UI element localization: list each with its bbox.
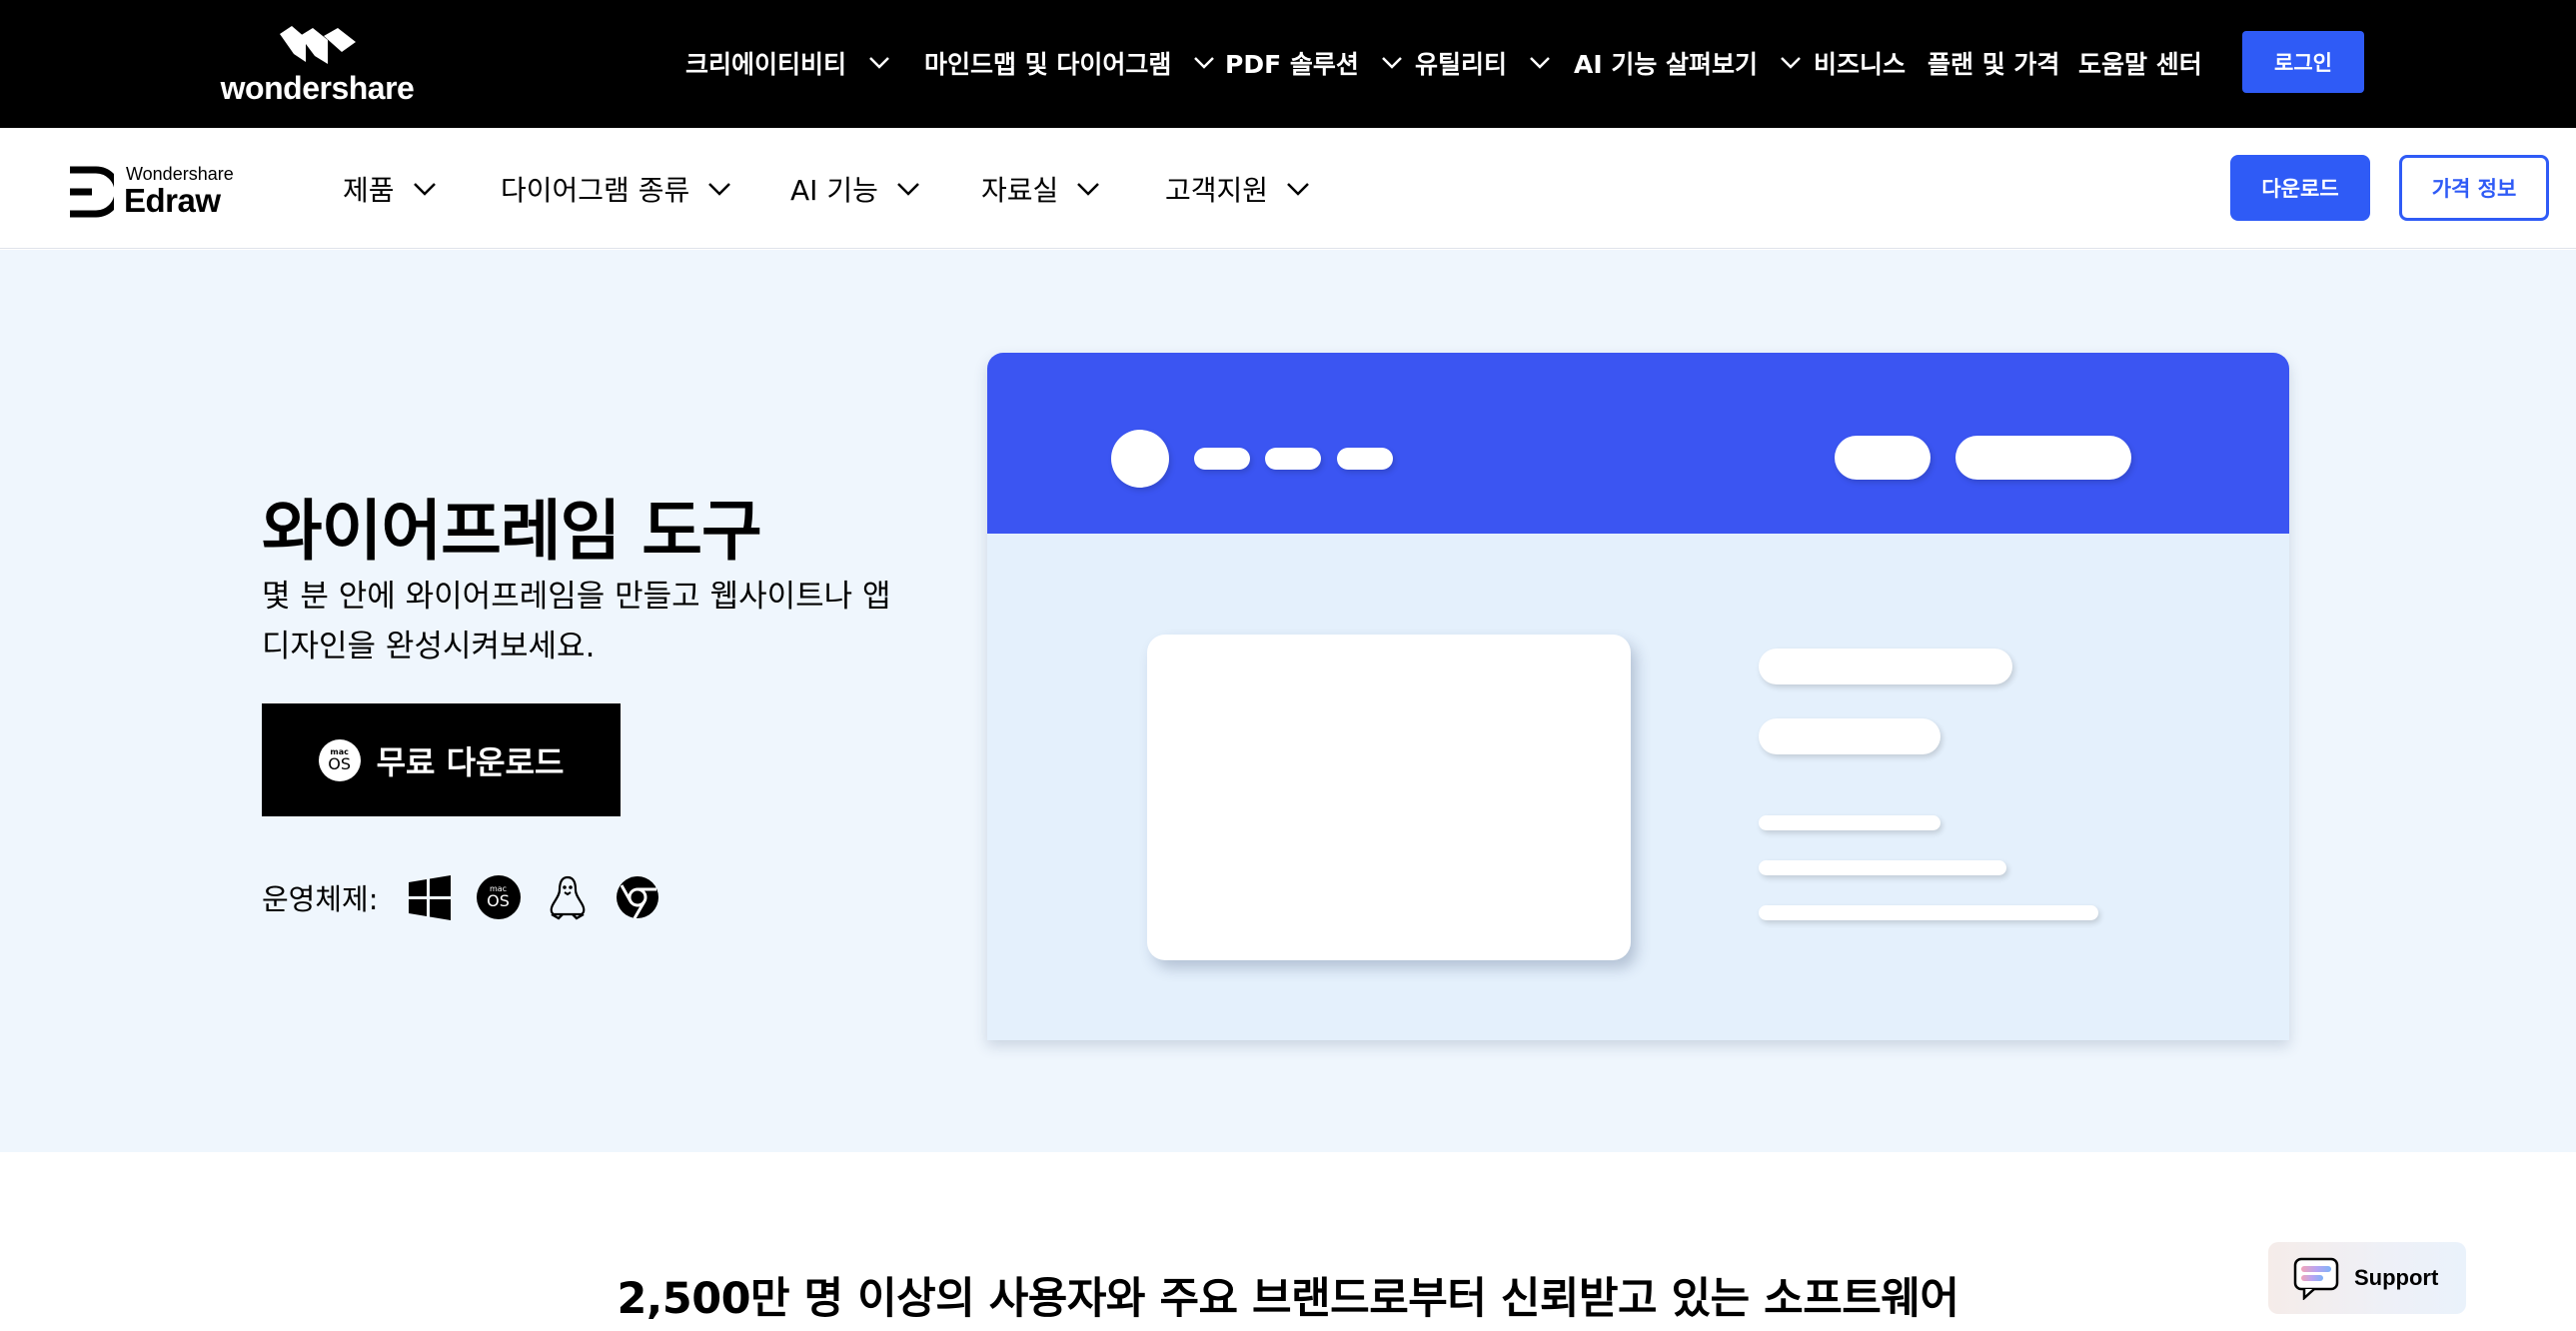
illustration-nav-pill (1337, 448, 1393, 470)
hero-description: 몇 분 안에 와이어프레임을 만들고 웹사이트나 앱 디자인을 완성시켜보세요. (262, 579, 891, 665)
subnav-label: 제품 (343, 174, 395, 207)
illustration-header (987, 353, 2289, 534)
wireframe-illustration (987, 353, 2289, 1040)
chrome-icon[interactable] (615, 874, 660, 920)
wondershare-wordmark: wondershare (220, 70, 415, 106)
topnav-label: 유틸리티 (1415, 50, 1508, 79)
chevron-down-icon (1194, 57, 1215, 69)
hero-section: 와이어프레임 도구 몇 분 안에 와이어프레임을 만들고 웹사이트나 앱 디자인… (0, 250, 2576, 1152)
os-support-row: 운영체제: mac OS (262, 869, 684, 925)
pricing-button[interactable]: 가격 정보 (2399, 155, 2549, 221)
chevron-down-icon (1077, 182, 1100, 196)
topnav-ai-features[interactable]: AI 기능 살펴보기 (1574, 42, 1802, 84)
illustration-nav-pill (1194, 448, 1250, 470)
page-title: 와이어프레임 도구 (262, 493, 762, 570)
topnav-business[interactable]: 비즈니스 (1814, 42, 1906, 84)
illustration-line (1759, 860, 2006, 875)
macos-icon[interactable]: mac OS (476, 875, 521, 919)
chat-bubble-icon (2293, 1257, 2339, 1300)
global-header: wondershare 크리에이티비티 마인드맵 및 다이어그램 PDF 솔루션… (0, 0, 2576, 128)
chevron-down-icon (413, 182, 436, 196)
illustration-line (1759, 905, 2098, 920)
chevron-down-icon (896, 182, 919, 196)
subnav-support[interactable]: 고객지원 (1165, 166, 1310, 212)
subnav-diagram-types[interactable]: 다이어그램 종류 (501, 166, 731, 212)
free-download-button[interactable]: mac OS 무료 다운로드 (262, 703, 621, 816)
chevron-down-icon (708, 182, 731, 196)
support-chat-button[interactable]: Support (2268, 1242, 2466, 1314)
topnav-label: 도움말 센터 (2078, 50, 2202, 79)
chevron-down-icon (869, 57, 889, 69)
topnav-label: 크리에이티비티 (685, 50, 847, 79)
subnav-products[interactable]: 제품 (343, 166, 437, 212)
subnav-ai-features[interactable]: AI 기능 (790, 166, 920, 212)
topnav-label: 마인드맵 및 다이어그램 (924, 50, 1172, 79)
topnav-help-center[interactable]: 도움말 센터 (2078, 42, 2202, 84)
support-label: Support (2354, 1265, 2439, 1290)
free-download-label: 무료 다운로드 (376, 742, 565, 781)
topnav-utilities[interactable]: 유틸리티 (1415, 42, 1551, 84)
illustration-nav-pill (1265, 448, 1321, 470)
product-header: Wondershare Edraw 제품 다이어그램 종류 AI 기능 자료실 … (0, 128, 2576, 249)
topnav-plans-pricing[interactable]: 플랜 및 가격 (1928, 42, 2059, 84)
illustration-line (1759, 649, 2012, 684)
edraw-logo[interactable]: Wondershare Edraw (66, 164, 246, 220)
topnav-label: PDF 솔루션 (1225, 50, 1359, 79)
edraw-logo-icon (70, 166, 114, 218)
chevron-down-icon (1381, 57, 1402, 69)
illustration-line (1759, 815, 1940, 830)
chevron-down-icon (1530, 57, 1550, 69)
topnav-label: 비즈니스 (1814, 50, 1907, 79)
topnav-creativity[interactable]: 크리에이티비티 (685, 42, 890, 84)
illustration-button (1955, 436, 2131, 480)
edraw-logo-name: Edraw (124, 182, 221, 219)
illustration-card (1147, 635, 1631, 960)
macos-icon: mac OS (318, 738, 361, 781)
subnav-label: AI 기능 (790, 174, 878, 207)
chevron-down-icon (1781, 57, 1801, 69)
illustration-avatar (1111, 430, 1169, 488)
subnav-resources[interactable]: 자료실 (981, 166, 1100, 212)
windows-icon[interactable] (407, 874, 453, 920)
os-label: 운영체제: (262, 882, 379, 916)
linux-icon[interactable] (545, 874, 591, 920)
topnav-mindmap-diagram[interactable]: 마인드맵 및 다이어그램 (924, 42, 1215, 84)
topnav-label: 플랜 및 가격 (1928, 50, 2060, 79)
subnav-label: 고객지원 (1165, 174, 1269, 207)
wondershare-logo-icon (280, 26, 356, 64)
subnav-label: 자료실 (981, 174, 1059, 207)
illustration-button (1835, 436, 1931, 480)
illustration-line (1759, 718, 1940, 754)
topnav-label: AI 기능 살펴보기 (1574, 50, 1759, 79)
topnav-pdf-solutions[interactable]: PDF 솔루션 (1225, 42, 1403, 84)
trust-headline: 2,500만 명 이상의 사용자와 주요 브랜드로부터 신뢰받고 있는 소프트웨… (617, 1274, 1959, 1324)
chevron-down-icon (1287, 182, 1309, 196)
macos-icon-bottom: OS (328, 753, 351, 773)
login-button[interactable]: 로그인 (2242, 31, 2364, 93)
subnav-label: 다이어그램 종류 (501, 174, 690, 207)
download-button[interactable]: 다운로드 (2230, 155, 2370, 221)
wondershare-logo[interactable]: wondershare (220, 24, 415, 110)
macos-icon-bottom: OS (487, 891, 510, 910)
trust-section: 2,500만 명 이상의 사용자와 주요 브랜드로부터 신뢰받고 있는 소프트웨… (0, 1152, 2576, 1331)
